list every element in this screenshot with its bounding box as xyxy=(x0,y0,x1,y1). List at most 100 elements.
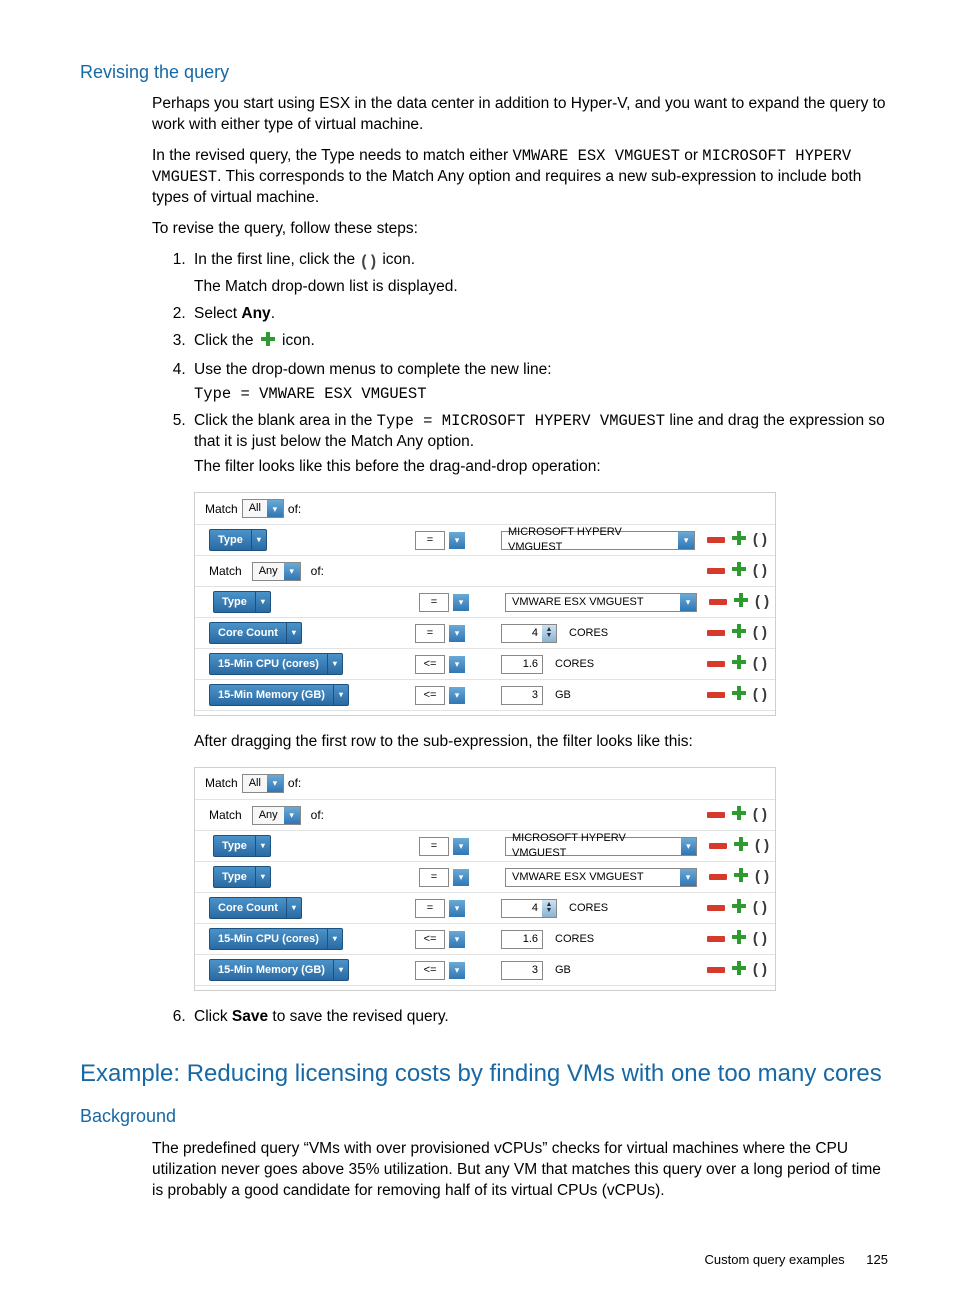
filter-row-type-hyperv[interactable]: Type▾ =▾ MICROSOFT HYPERV VMGUEST▾ ( ) xyxy=(195,524,775,555)
operator-dropdown[interactable]: ▾ xyxy=(453,594,469,611)
operator-box[interactable]: <= xyxy=(415,930,445,949)
value-select[interactable]: MICROSOFT HYPERV VMGUEST▾ xyxy=(505,837,697,856)
group-icon[interactable]: ( ) xyxy=(753,623,767,643)
operator-dropdown[interactable]: ▾ xyxy=(453,869,469,886)
add-icon[interactable] xyxy=(733,592,749,612)
remove-icon[interactable] xyxy=(707,812,725,818)
add-icon[interactable] xyxy=(731,805,747,825)
value-select[interactable]: VMWARE ESX VMGUEST▾ xyxy=(505,593,697,612)
remove-icon[interactable] xyxy=(709,874,727,880)
page-number: 125 xyxy=(866,1251,888,1269)
group-icon[interactable]: ( ) xyxy=(753,960,767,980)
filter-row-mem[interactable]: 15-Min Memory (GB)▾ <=▾ 3GB ( ) xyxy=(195,679,775,711)
remove-icon[interactable] xyxy=(709,843,727,849)
add-icon[interactable] xyxy=(733,867,749,887)
group-icon[interactable]: ( ) xyxy=(753,654,767,674)
operator-box[interactable]: = xyxy=(415,531,445,550)
filter-row-cpu[interactable]: 15-Min CPU (cores)▾ <=▾ 1.6CORES ( ) xyxy=(195,923,775,954)
add-icon[interactable] xyxy=(731,960,747,980)
add-icon[interactable] xyxy=(731,530,747,550)
group-icon[interactable]: ( ) xyxy=(753,929,767,949)
remove-icon[interactable] xyxy=(707,661,725,667)
value-spinner[interactable]: 4▲▼ xyxy=(501,624,557,643)
remove-icon[interactable] xyxy=(707,936,725,942)
group-icon[interactable]: ( ) xyxy=(753,805,767,825)
operator-dropdown[interactable]: ▾ xyxy=(449,931,465,948)
field-pill-mem[interactable]: 15-Min Memory (GB)▾ xyxy=(209,684,349,706)
add-icon[interactable] xyxy=(731,929,747,949)
group-icon[interactable]: ( ) xyxy=(753,530,767,550)
add-icon[interactable] xyxy=(731,654,747,674)
field-pill-cpu[interactable]: 15-Min CPU (cores)▾ xyxy=(209,928,343,950)
remove-icon[interactable] xyxy=(707,630,725,636)
match-select[interactable]: All▾ xyxy=(242,499,284,518)
group-icon[interactable]: ( ) xyxy=(753,561,767,581)
filter-row-type-hyperv[interactable]: Type▾ =▾ MICROSOFT HYPERV VMGUEST▾ ( ) xyxy=(195,830,775,861)
field-pill-mem[interactable]: 15-Min Memory (GB)▾ xyxy=(209,959,349,981)
operator-box[interactable]: <= xyxy=(415,686,445,705)
filter-row-mem[interactable]: 15-Min Memory (GB)▾ <=▾ 3GB ( ) xyxy=(195,954,775,986)
spinner-icon[interactable]: ▲▼ xyxy=(542,625,556,642)
remove-icon[interactable] xyxy=(707,967,725,973)
chevron-down-icon: ▾ xyxy=(680,869,696,886)
group-icon[interactable]: ( ) xyxy=(755,867,769,887)
value-input[interactable]: 3 xyxy=(501,686,543,705)
value-select[interactable]: MICROSOFT HYPERV VMGUEST▾ xyxy=(501,531,695,550)
operator-box[interactable]: = xyxy=(419,837,449,856)
operator-dropdown[interactable]: ▾ xyxy=(449,625,465,642)
value-select[interactable]: VMWARE ESX VMGUEST▾ xyxy=(505,868,697,887)
text: Click the blank area in the xyxy=(194,412,377,429)
operator-box[interactable]: = xyxy=(415,624,445,643)
value-input[interactable]: 1.6 xyxy=(501,655,543,674)
page-footer: Custom query examples 125 xyxy=(80,1251,894,1269)
match-label: Match xyxy=(209,807,242,823)
filter-row-type-esx[interactable]: Type▾ =▾ VMWARE ESX VMGUEST▾ ( ) xyxy=(195,861,775,892)
value-input[interactable]: 1.6 xyxy=(501,930,543,949)
value-text: VMWARE ESX VMGUEST xyxy=(506,595,650,610)
operator-dropdown[interactable]: ▾ xyxy=(449,962,465,979)
field-pill-type[interactable]: Type▾ xyxy=(213,866,271,888)
group-icon[interactable]: ( ) xyxy=(753,685,767,705)
filter-row-corecount[interactable]: Core Count▾ =▾ 4▲▼CORES ( ) xyxy=(195,892,775,923)
add-icon[interactable] xyxy=(731,685,747,705)
operator-box[interactable]: <= xyxy=(415,961,445,980)
value-spinner[interactable]: 4▲▼ xyxy=(501,899,557,918)
remove-icon[interactable] xyxy=(707,692,725,698)
group-icon[interactable]: ( ) xyxy=(755,836,769,856)
operator-dropdown[interactable]: ▾ xyxy=(449,656,465,673)
remove-icon[interactable] xyxy=(707,537,725,543)
operator-dropdown[interactable]: ▾ xyxy=(453,838,469,855)
match-select[interactable]: Any▾ xyxy=(252,806,301,825)
field-pill-cpu[interactable]: 15-Min CPU (cores)▾ xyxy=(209,653,343,675)
add-icon[interactable] xyxy=(731,898,747,918)
match-all-row: Match All▾ of: xyxy=(195,768,775,799)
chevron-down-icon: ▾ xyxy=(678,532,693,549)
filter-row-cpu[interactable]: 15-Min CPU (cores)▾ <=▾ 1.6CORES ( ) xyxy=(195,648,775,679)
field-pill-type[interactable]: Type▾ xyxy=(209,529,267,551)
value-input[interactable]: 3 xyxy=(501,961,543,980)
remove-icon[interactable] xyxy=(709,599,727,605)
spinner-icon[interactable]: ▲▼ xyxy=(542,900,556,917)
add-icon[interactable] xyxy=(731,623,747,643)
operator-dropdown[interactable]: ▾ xyxy=(449,687,465,704)
remove-icon[interactable] xyxy=(707,905,725,911)
match-select[interactable]: Any▾ xyxy=(252,562,301,581)
group-icon[interactable]: ( ) xyxy=(755,592,769,612)
operator-dropdown[interactable]: ▾ xyxy=(449,900,465,917)
group-icon[interactable]: ( ) xyxy=(753,898,767,918)
operator-box[interactable]: = xyxy=(419,593,449,612)
match-select[interactable]: All▾ xyxy=(242,774,284,793)
operator-dropdown[interactable]: ▾ xyxy=(449,532,465,549)
operator-box[interactable]: = xyxy=(415,899,445,918)
add-icon[interactable] xyxy=(731,561,747,581)
remove-icon[interactable] xyxy=(707,568,725,574)
add-icon[interactable] xyxy=(733,836,749,856)
operator-box[interactable]: = xyxy=(419,868,449,887)
field-pill-corecount[interactable]: Core Count▾ xyxy=(209,897,302,919)
field-pill-type[interactable]: Type▾ xyxy=(213,591,271,613)
filter-row-corecount[interactable]: Core Count▾ =▾ 4▲▼CORES ( ) xyxy=(195,617,775,648)
filter-row-type-esx[interactable]: Type▾ =▾ VMWARE ESX VMGUEST▾ ( ) xyxy=(195,586,775,617)
field-pill-corecount[interactable]: Core Count▾ xyxy=(209,622,302,644)
field-pill-type[interactable]: Type▾ xyxy=(213,835,271,857)
operator-box[interactable]: <= xyxy=(415,655,445,674)
